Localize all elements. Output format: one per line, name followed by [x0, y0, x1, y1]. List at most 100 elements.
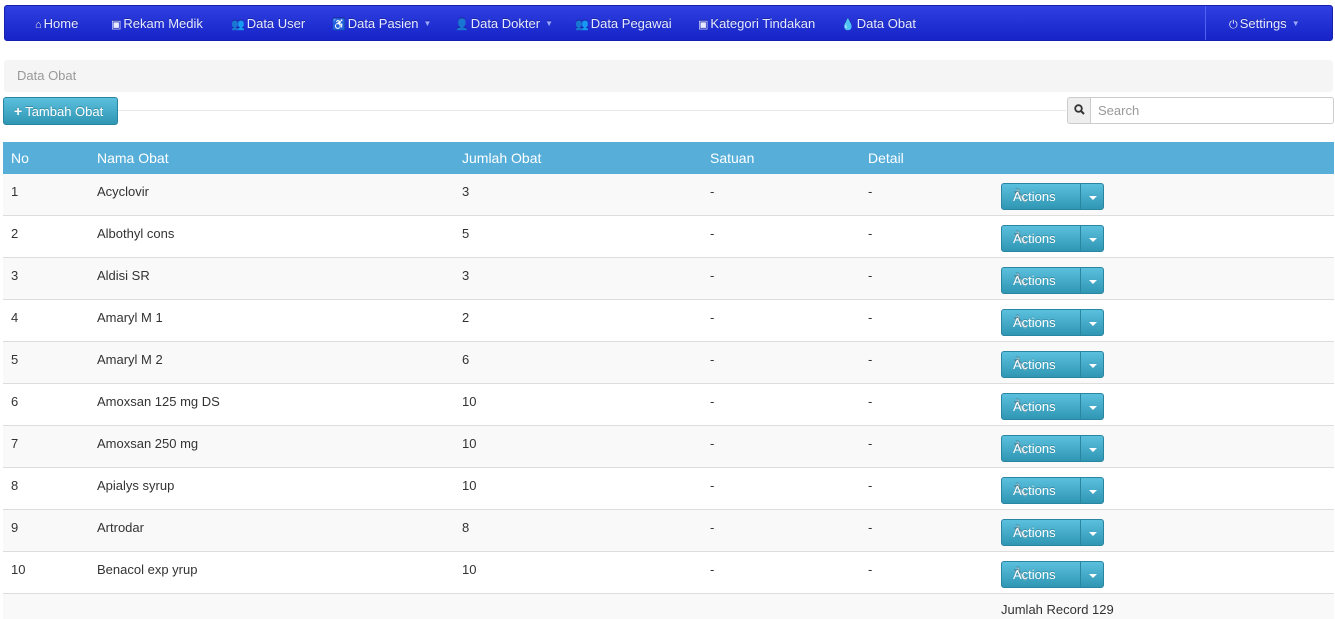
drop-icon: 💧 — [841, 19, 855, 31]
actions-dropdown-toggle[interactable] — [1080, 435, 1104, 462]
cell-jumlah-obat: 5 — [462, 226, 470, 241]
actions-label: Actions — [1013, 357, 1056, 372]
cell-detail: - — [868, 394, 873, 409]
header-nama-obat: Nama Obat — [97, 150, 169, 166]
actions-button[interactable]: 🔧 Actions — [1001, 393, 1081, 420]
nav-data-dokter[interactable]: 👤 Data Dokter ▼ — [455, 6, 553, 42]
actions-dropdown-toggle[interactable] — [1080, 225, 1104, 252]
actions-button[interactable]: 🔧 Actions — [1001, 225, 1081, 252]
cell-jumlah-obat: 2 — [462, 310, 470, 325]
cell-nama-obat: Amoxsan 125 mg DS — [97, 394, 220, 409]
nav-home[interactable]: ⌂ Home — [35, 6, 78, 42]
users-icon: 👥 — [575, 19, 589, 31]
actions-button[interactable]: 🔧 Actions — [1001, 351, 1081, 378]
nav-label: Data Dokter — [470, 16, 541, 31]
nav-data-obat[interactable]: 💧 Data Obat — [841, 6, 916, 42]
actions-dropdown-toggle[interactable] — [1080, 267, 1104, 294]
cell-nama-obat: Amaryl M 1 — [97, 310, 163, 325]
actions-button[interactable]: 🔧 Actions — [1001, 519, 1081, 546]
cell-nama-obat: Amoxsan 250 mg — [97, 436, 199, 451]
home-icon: ⌂ — [35, 19, 42, 31]
cell-jumlah-obat: 10 — [462, 562, 477, 577]
table-row: 7 Amoxsan 250 mg 10 - - 🔧 Actions — [3, 426, 1334, 468]
actions-button[interactable]: 🔧 Actions — [1001, 435, 1081, 462]
cell-jumlah-obat: 8 — [462, 520, 470, 535]
actions-dropdown-toggle[interactable] — [1080, 477, 1104, 504]
table-row: 6 Amoxsan 125 mg DS 10 - - 🔧 Actions — [3, 384, 1334, 426]
folder-icon: ▣ — [698, 19, 709, 31]
nav-data-pasien[interactable]: ♿ Data Pasien ▼ — [332, 6, 431, 42]
cell-no: 5 — [11, 352, 19, 367]
chevron-down-icon: ▼ — [545, 19, 553, 28]
cell-no: 7 — [11, 436, 19, 451]
actions-button[interactable]: 🔧 Actions — [1001, 477, 1081, 504]
header-satuan: Satuan — [710, 150, 755, 166]
actions-label: Actions — [1013, 231, 1056, 246]
cell-detail: - — [868, 478, 873, 493]
cell-satuan: - — [710, 268, 715, 283]
search-icon[interactable] — [1067, 97, 1091, 124]
cell-no: 9 — [11, 520, 19, 535]
actions-button-group: 🔧 Actions — [1001, 561, 1104, 588]
cell-detail: - — [868, 310, 873, 325]
settings-menu[interactable]: ⏻ Settings ▼ — [1229, 6, 1300, 42]
cell-satuan: - — [710, 184, 715, 199]
settings-label: Settings — [1239, 16, 1287, 31]
breadcrumb: Data Obat — [4, 60, 1333, 92]
table-row: 3 Aldisi SR 3 - - 🔧 Actions — [3, 258, 1334, 300]
cell-nama-obat: Artrodar — [97, 520, 144, 535]
cell-detail: - — [868, 226, 873, 241]
actions-label: Actions — [1013, 315, 1056, 330]
actions-button[interactable]: 🔧 Actions — [1001, 267, 1081, 294]
chevron-down-icon: ▼ — [1291, 19, 1300, 28]
cell-jumlah-obat: 10 — [462, 478, 477, 493]
cell-satuan: - — [710, 562, 715, 577]
cell-satuan: - — [710, 520, 715, 535]
actions-dropdown-toggle[interactable] — [1080, 351, 1104, 378]
cell-jumlah-obat: 3 — [462, 268, 470, 283]
actions-dropdown-toggle[interactable] — [1080, 393, 1104, 420]
cell-nama-obat: Aldisi SR — [97, 268, 150, 283]
actions-button-group: 🔧 Actions — [1001, 351, 1104, 378]
cell-nama-obat: Apialys syrup — [97, 478, 175, 493]
add-obat-button[interactable]: + Tambah Obat — [3, 97, 118, 125]
actions-dropdown-toggle[interactable] — [1080, 309, 1104, 336]
cell-satuan: - — [710, 436, 715, 451]
breadcrumb-current: Data Obat — [17, 68, 77, 83]
search-box — [1067, 97, 1334, 124]
cell-satuan: - — [710, 226, 715, 241]
actions-button-group: 🔧 Actions — [1001, 183, 1104, 210]
actions-label: Actions — [1013, 567, 1056, 582]
actions-dropdown-toggle[interactable] — [1080, 561, 1104, 588]
nav-data-pegawai[interactable]: 👥 Data Pegawai — [575, 6, 672, 42]
cell-detail: - — [868, 436, 873, 451]
actions-dropdown-toggle[interactable] — [1080, 519, 1104, 546]
cell-satuan: - — [710, 394, 715, 409]
record-count: Jumlah Record 129 — [1001, 602, 1114, 617]
actions-button[interactable]: 🔧 Actions — [1001, 183, 1081, 210]
nav-label: Data Pegawai — [590, 16, 672, 31]
actions-button-group: 🔧 Actions — [1001, 225, 1104, 252]
toolbar-divider — [118, 110, 1066, 111]
actions-label: Actions — [1013, 399, 1056, 414]
actions-dropdown-toggle[interactable] — [1080, 183, 1104, 210]
obat-table: No Nama Obat Jumlah Obat Satuan Detail 1… — [3, 142, 1334, 619]
table-row: 1 Acyclovir 3 - - 🔧 Actions — [3, 174, 1334, 216]
cell-detail: - — [868, 352, 873, 367]
cell-nama-obat: Benacol exp yrup — [97, 562, 198, 577]
cell-no: 1 — [11, 184, 19, 199]
table-row: 9 Artrodar 8 - - 🔧 Actions — [3, 510, 1334, 552]
actions-button[interactable]: 🔧 Actions — [1001, 561, 1081, 588]
actions-button[interactable]: 🔧 Actions — [1001, 309, 1081, 336]
actions-button-group: 🔧 Actions — [1001, 267, 1104, 294]
nav-label: Rekam Medik — [123, 16, 203, 31]
nav-kategori-tindakan[interactable]: ▣ Kategori Tindakan — [698, 6, 815, 42]
table-row: 2 Albothyl cons 5 - - 🔧 Actions — [3, 216, 1334, 258]
medical-folder-icon: ▣ — [111, 19, 122, 31]
nav-rekam-medik[interactable]: ▣ Rekam Medik — [111, 6, 203, 42]
nav-data-user[interactable]: 👥 Data User — [231, 6, 305, 42]
actions-button-group: 🔧 Actions — [1001, 477, 1104, 504]
table-row: 4 Amaryl M 1 2 - - 🔧 Actions — [3, 300, 1334, 342]
power-icon: ⏻ — [1229, 19, 1238, 31]
search-input[interactable] — [1090, 97, 1334, 124]
